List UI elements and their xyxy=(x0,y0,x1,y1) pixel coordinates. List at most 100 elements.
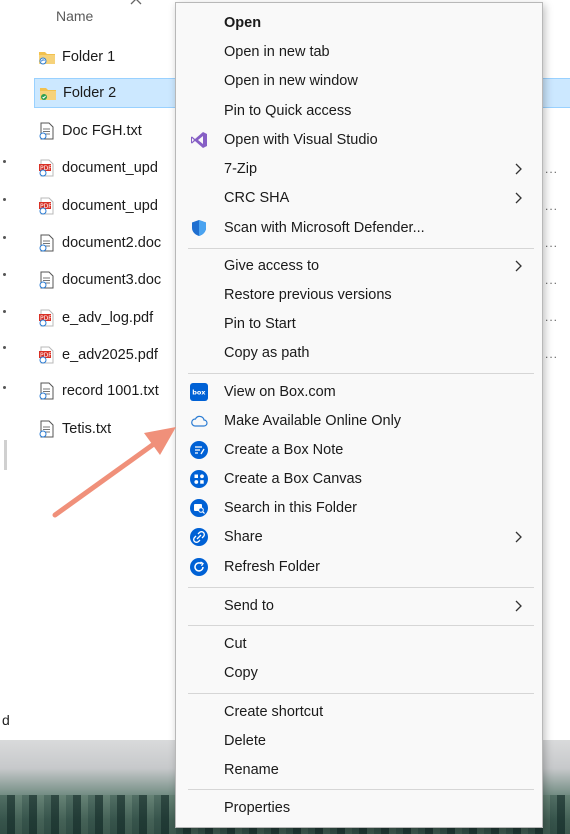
menu-item-label: Cut xyxy=(224,636,247,652)
clipped-text: d xyxy=(2,712,10,728)
menu-item-share[interactable]: Share xyxy=(176,523,542,551)
tree-bullet xyxy=(3,273,6,276)
tree-bullet xyxy=(3,160,6,163)
scrollbar-thumb[interactable] xyxy=(4,440,7,470)
menu-separator xyxy=(188,693,534,694)
pdf-file-icon: PDF xyxy=(39,159,54,177)
name-column-header[interactable]: Name xyxy=(56,8,93,24)
menu-separator xyxy=(188,789,534,790)
menu-item-create-box-canvas[interactable]: Create a Box Canvas xyxy=(176,465,542,493)
menu-separator xyxy=(188,587,534,588)
file-name: document2.doc xyxy=(62,235,162,251)
menu-item-make-online-only[interactable]: Make Available Online Only xyxy=(176,407,542,435)
menu-item-label: 7-Zip xyxy=(224,161,258,177)
visual-studio-icon xyxy=(191,132,207,148)
file-name: record 1001.txt xyxy=(62,383,159,399)
menu-separator xyxy=(188,625,534,626)
submenu-chevron-icon xyxy=(515,163,522,175)
file-row-txt[interactable]: record 1001.txt xyxy=(34,376,174,406)
menu-item-label: Scan with Microsoft Defender... xyxy=(224,220,425,236)
truncation-ellipsis: ... xyxy=(545,310,559,324)
text-file-icon xyxy=(39,382,54,400)
menu-item-label: Create a Box Canvas xyxy=(224,471,362,487)
menu-item-label: Pin to Quick access xyxy=(224,103,352,119)
file-name: Folder 2 xyxy=(63,85,117,101)
menu-item-open-visual-studio[interactable]: Open with Visual Studio xyxy=(176,126,542,154)
submenu-chevron-icon xyxy=(515,192,522,204)
file-name: document3.doc xyxy=(62,272,162,288)
menu-item-label: Send to xyxy=(224,598,274,614)
menu-item-label: Delete xyxy=(224,733,266,749)
file-row-doc[interactable]: document3.doc xyxy=(34,265,174,295)
file-row-pdf[interactable]: PDF e_adv_log.pdf xyxy=(34,303,174,333)
file-row-pdf[interactable]: PDF document_upd xyxy=(34,191,174,221)
file-row-doc[interactable]: document2.doc xyxy=(34,228,174,258)
menu-item-label: Properties xyxy=(224,800,291,816)
text-file-icon xyxy=(39,271,54,289)
menu-item-label: Create shortcut xyxy=(224,704,324,720)
file-name: document_upd xyxy=(62,198,158,214)
box-share-link-icon xyxy=(190,528,208,546)
truncation-ellipsis: ... xyxy=(545,347,559,361)
menu-item-give-access[interactable]: Give access to xyxy=(176,252,542,280)
pdf-file-icon: PDF xyxy=(39,346,54,364)
menu-item-open-new-window[interactable]: Open in new window xyxy=(176,67,542,95)
menu-item-label: Open xyxy=(224,15,262,31)
menu-item-label: Open with Visual Studio xyxy=(224,132,378,148)
box-logo-icon: box xyxy=(190,383,208,401)
tree-bullet xyxy=(3,236,6,239)
menu-item-label: Pin to Start xyxy=(224,316,296,332)
menu-item-cut[interactable]: Cut xyxy=(176,630,542,658)
menu-item-label: Open in new window xyxy=(224,73,358,89)
menu-separator xyxy=(188,373,534,374)
file-row-doc-fgh[interactable]: Doc FGH.txt xyxy=(34,116,174,146)
folder-synced-icon xyxy=(40,88,56,100)
text-file-icon xyxy=(39,234,54,252)
menu-item-send-to[interactable]: Send to xyxy=(176,592,542,620)
menu-item-7zip[interactable]: 7-Zip xyxy=(176,155,542,183)
menu-item-restore-versions[interactable]: Restore previous versions xyxy=(176,281,542,309)
file-name: Folder 1 xyxy=(62,49,116,65)
submenu-chevron-icon xyxy=(515,260,522,272)
menu-item-open[interactable]: Open xyxy=(176,9,542,37)
submenu-chevron-icon xyxy=(515,531,522,543)
cloud-icon xyxy=(191,415,208,427)
box-note-icon xyxy=(190,441,208,459)
context-menu: Open Open in new tab Open in new window … xyxy=(175,2,543,828)
menu-item-pin-start[interactable]: Pin to Start xyxy=(176,310,542,338)
menu-item-properties[interactable]: Properties xyxy=(176,794,542,822)
menu-item-label: View on Box.com xyxy=(224,384,336,400)
menu-item-label: Give access to xyxy=(224,258,320,274)
text-file-icon xyxy=(39,122,54,140)
menu-item-refresh-folder[interactable]: Refresh Folder xyxy=(176,553,542,581)
menu-item-label: CRC SHA xyxy=(224,190,290,206)
menu-item-search-folder[interactable]: Search in this Folder xyxy=(176,494,542,522)
menu-item-view-box[interactable]: box View on Box.com xyxy=(176,378,542,406)
menu-item-create-shortcut[interactable]: Create shortcut xyxy=(176,698,542,726)
file-row-folder1[interactable]: Folder 1 xyxy=(34,42,174,72)
menu-item-label: Rename xyxy=(224,762,279,778)
menu-item-rename[interactable]: Rename xyxy=(176,756,542,784)
menu-item-pin-quick-access[interactable]: Pin to Quick access xyxy=(176,97,542,125)
file-name: Tetis.txt xyxy=(62,421,112,437)
folder-icon xyxy=(39,52,55,65)
tree-bullet xyxy=(3,386,6,389)
menu-item-scan-defender[interactable]: Scan with Microsoft Defender... xyxy=(176,214,542,242)
menu-item-create-box-note[interactable]: Create a Box Note xyxy=(176,436,542,464)
sort-ascending-icon[interactable] xyxy=(130,0,142,8)
svg-text:box: box xyxy=(192,389,206,397)
menu-item-label: Share xyxy=(224,529,263,545)
file-name: e_adv_log.pdf xyxy=(62,310,154,326)
menu-item-copy[interactable]: Copy xyxy=(176,659,542,687)
pdf-file-icon: PDF xyxy=(39,197,54,215)
menu-item-copy-path[interactable]: Copy as path xyxy=(176,339,542,367)
file-name: e_adv2025.pdf xyxy=(62,347,158,363)
menu-item-delete[interactable]: Delete xyxy=(176,727,542,755)
file-row-txt[interactable]: Tetis.txt xyxy=(34,414,174,444)
menu-item-crc-sha[interactable]: CRC SHA xyxy=(176,184,542,212)
file-name: document_upd xyxy=(62,160,158,176)
file-row-pdf[interactable]: PDF document_upd xyxy=(34,153,174,183)
menu-item-open-new-tab[interactable]: Open in new tab xyxy=(176,38,542,66)
pdf-file-icon: PDF xyxy=(39,309,54,327)
file-row-pdf[interactable]: PDF e_adv2025.pdf xyxy=(34,340,174,370)
